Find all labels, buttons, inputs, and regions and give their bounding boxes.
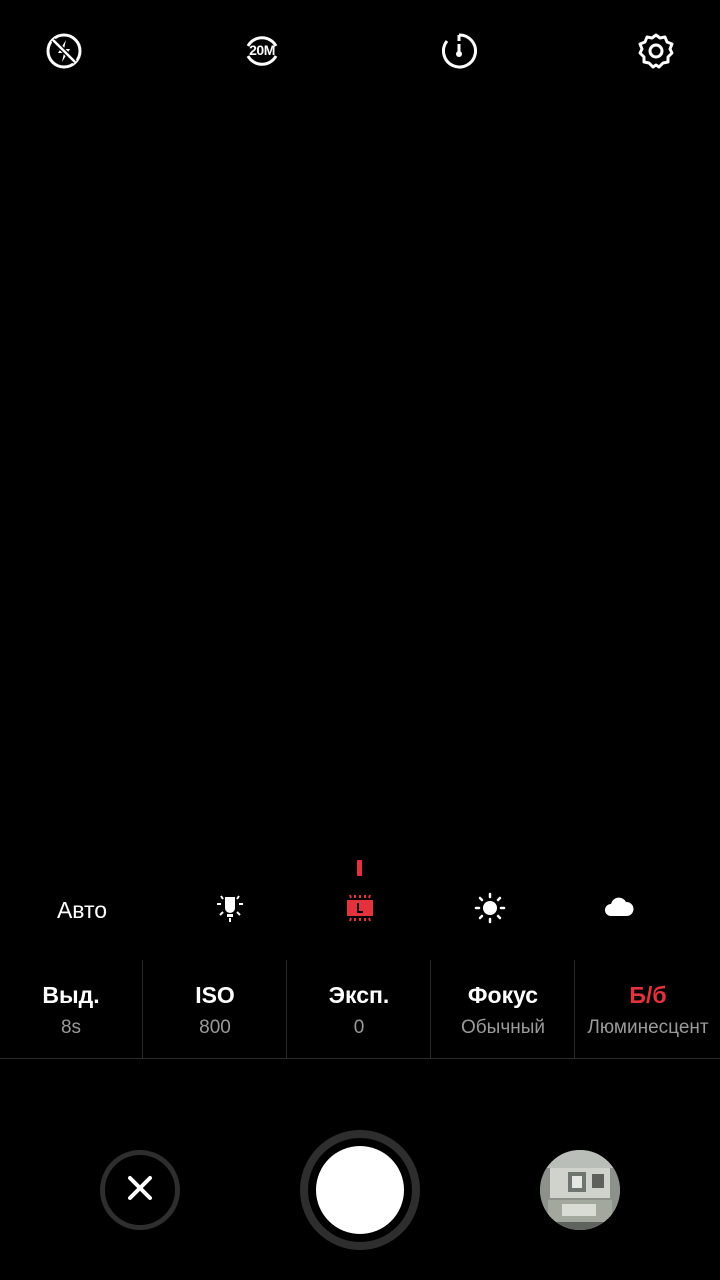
shutter-button-inner <box>316 1146 404 1234</box>
incandescent-icon <box>214 892 246 929</box>
setting-shutter-speed[interactable]: Выд. 8s <box>0 960 143 1058</box>
setting-label: Б/б <box>629 982 667 1008</box>
top-toolbar: 20M <box>0 24 720 78</box>
gallery-thumbnail[interactable] <box>540 1150 620 1230</box>
timer-icon <box>440 32 478 70</box>
resolution-label: 20M <box>249 42 275 58</box>
setting-exposure[interactable]: Эксп. 0 <box>288 960 431 1058</box>
fluorescent-icon <box>344 892 376 929</box>
gallery-thumbnail-image <box>540 1150 620 1230</box>
setting-value: 8s <box>60 1017 82 1038</box>
resolution-button[interactable]: 20M <box>235 24 289 78</box>
setting-white-balance[interactable]: Б/б Люминесцент <box>576 960 720 1058</box>
setting-value: Люминесцент <box>587 1017 709 1038</box>
setting-value: 0 <box>353 1017 365 1038</box>
capture-controls <box>0 1130 720 1250</box>
setting-value: 800 <box>199 1017 231 1038</box>
setting-value: Обычный <box>461 1017 545 1038</box>
wb-option-auto[interactable]: Авто <box>40 886 124 934</box>
cloudy-icon <box>603 892 635 929</box>
settings-button[interactable] <box>629 24 683 78</box>
wb-option-fluorescent[interactable] <box>336 886 384 934</box>
wb-option-cloudy[interactable] <box>595 886 643 934</box>
setting-label: Эксп. <box>328 982 390 1008</box>
sunny-icon <box>474 892 506 929</box>
gear-icon <box>637 32 675 70</box>
camera-viewfinder[interactable] <box>0 90 720 850</box>
setting-iso[interactable]: ISO 800 <box>144 960 287 1058</box>
manual-settings-row: Выд. 8s ISO 800 Эксп. 0 Фокус Обычный Б/… <box>0 960 720 1059</box>
wb-auto-label: Авто <box>56 896 108 923</box>
wb-option-sunny[interactable] <box>466 886 514 934</box>
setting-label: Выд. <box>42 982 100 1008</box>
setting-label: ISO <box>195 982 235 1008</box>
white-balance-options: Авто <box>0 886 720 934</box>
flash-toggle-button[interactable] <box>37 24 91 78</box>
shutter-button[interactable] <box>300 1130 420 1250</box>
timer-button[interactable] <box>432 24 486 78</box>
close-button[interactable] <box>100 1150 180 1230</box>
setting-label: Фокус <box>467 982 539 1008</box>
flash-off-icon <box>45 32 83 70</box>
wb-option-incandescent[interactable] <box>206 886 254 934</box>
resolution-icon: 20M <box>243 32 281 70</box>
setting-focus[interactable]: Фокус Обычный <box>432 960 575 1058</box>
close-icon <box>125 1173 155 1208</box>
white-balance-selected-indicator <box>357 860 362 876</box>
